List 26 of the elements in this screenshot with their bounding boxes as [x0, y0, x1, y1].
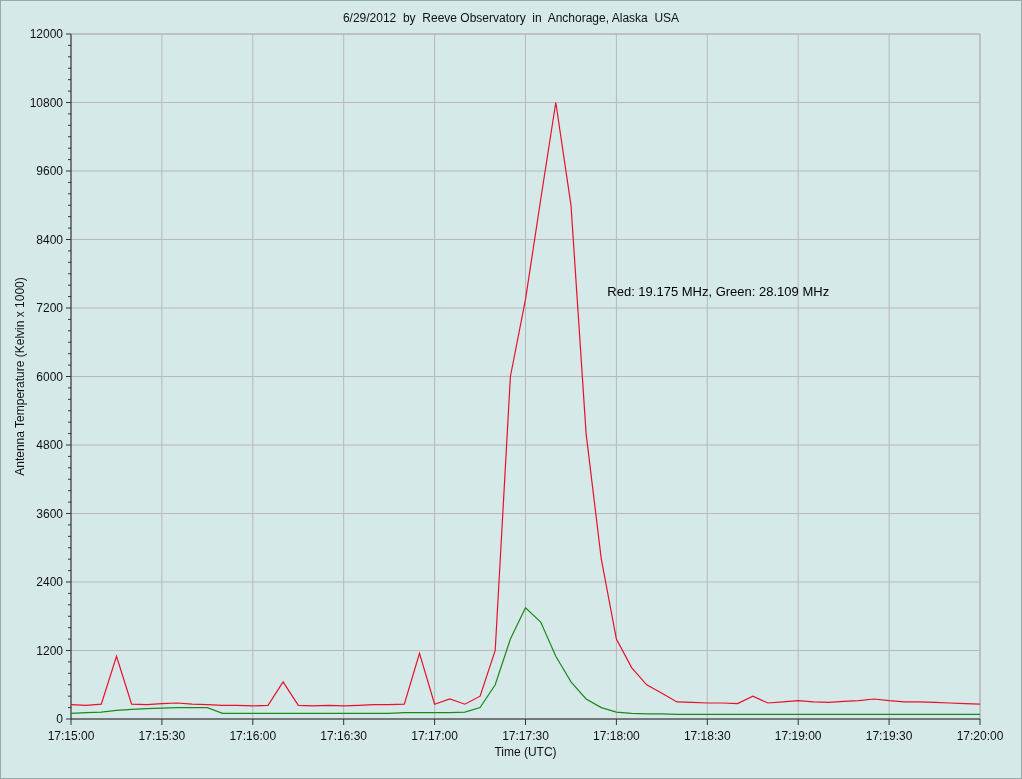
chart-annotation: Red: 19.175 MHz, Green: 28.109 MHz [607, 283, 830, 299]
y-tick-label: 8400 [36, 232, 63, 247]
x-tick-label: 17:18:00 [593, 729, 640, 743]
x-axis-label: Time (UTC) [494, 745, 557, 759]
chart-title: 6/29/2012 by Reeve Observatory in Anchorage, Alaska USA [341, 10, 681, 25]
x-tick-label: 17:15:00 [47, 729, 95, 743]
y-tick-label: 7200 [36, 301, 63, 315]
y-tick-label: 4800 [36, 438, 63, 452]
y-tick-label: 0 [56, 712, 63, 726]
x-tick-label: 17:16:00 [229, 729, 277, 743]
y-axis-label: Antenna Temperature (Kelvin x 1000) [13, 277, 27, 476]
x-tick-label: 17:19:30 [865, 729, 913, 743]
x-tick-label: 17:18:30 [683, 729, 731, 743]
y-tick-label: 2400 [36, 575, 63, 589]
y-tick-label: 3600 [36, 506, 63, 521]
y-tick-label: 1200 [36, 643, 63, 658]
x-tick-label: 17:20:00 [956, 729, 1004, 743]
x-tick-label: 17:15:30 [138, 729, 186, 743]
y-tick-label: 10800 [29, 95, 63, 110]
y-tick-label: 12000 [29, 27, 63, 41]
y-tick-label: 6000 [36, 369, 63, 384]
x-tick-label: 17:17:00 [411, 729, 458, 743]
x-tick-label: 17:19:00 [774, 729, 822, 743]
x-tick-label: 17:17:30 [502, 729, 549, 743]
x-tick-label: 17:16:30 [320, 729, 368, 743]
y-tick-label: 9600 [36, 164, 63, 178]
